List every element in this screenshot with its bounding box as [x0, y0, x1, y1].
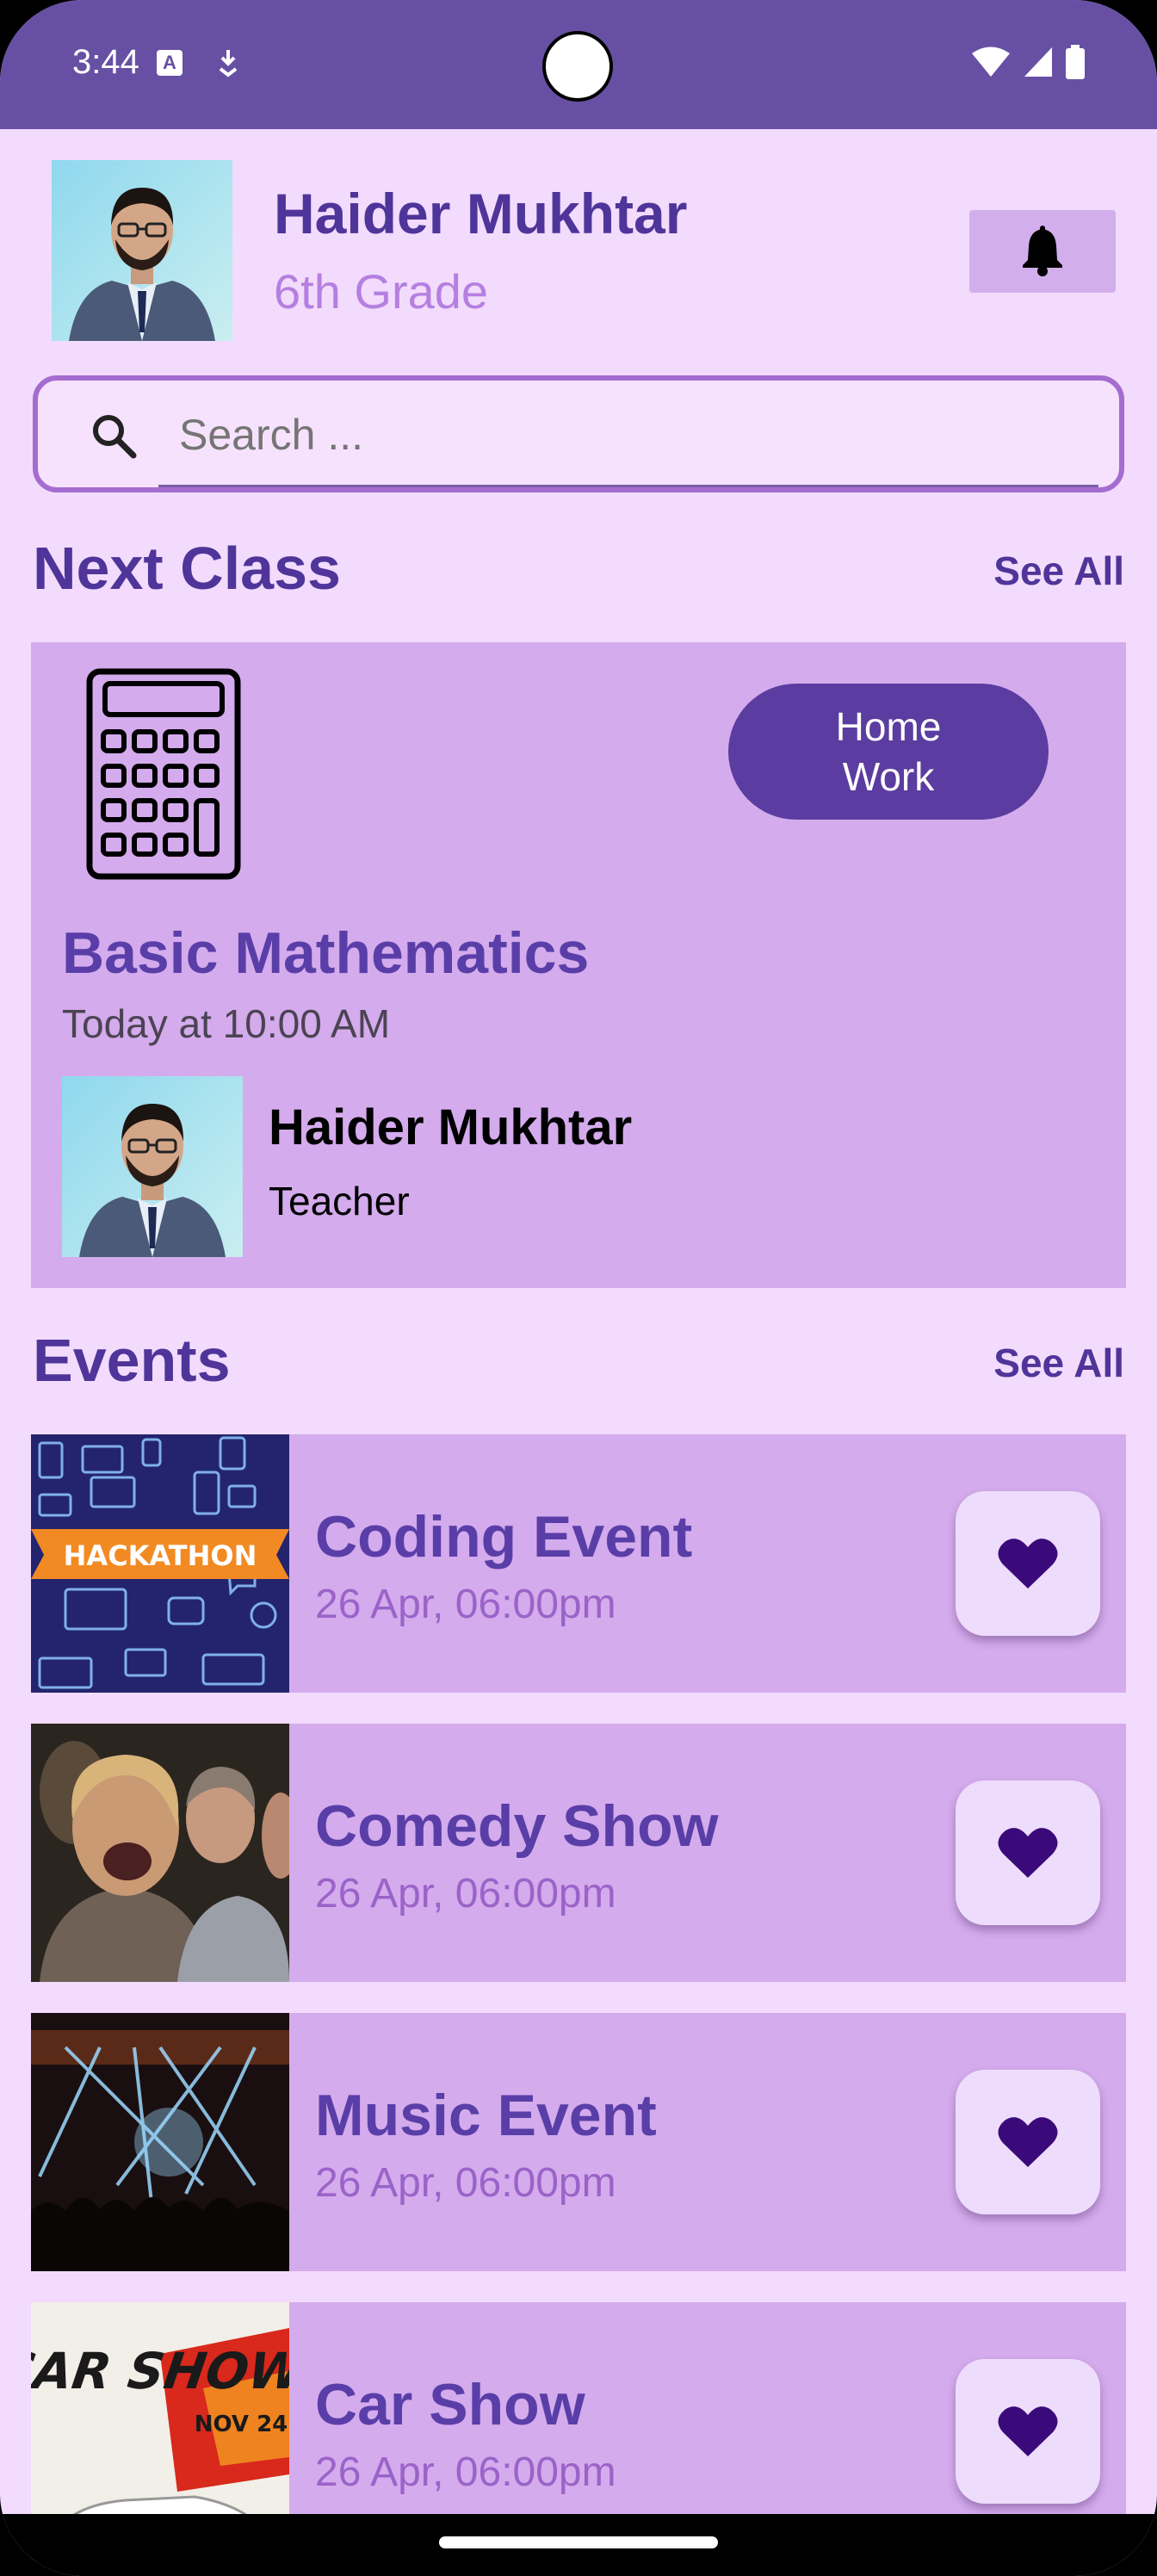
heart-icon — [998, 2117, 1058, 2167]
search-bar[interactable] — [33, 375, 1124, 492]
favorite-button[interactable] — [956, 2359, 1100, 2504]
events-title: Events — [33, 1327, 231, 1394]
event-title: Comedy Show — [315, 1793, 719, 1859]
event-date: 26 Apr, 06:00pm — [315, 2160, 616, 2206]
status-time: 3:44 — [72, 43, 139, 81]
heart-icon — [998, 1828, 1058, 1878]
poster-title: CAR SHOW — [31, 2342, 289, 2400]
event-date: 26 Apr, 06:00pm — [315, 2449, 616, 2495]
event-banner-text: HACKATHON — [64, 1539, 257, 1572]
notifications-button[interactable] — [969, 210, 1116, 293]
event-image — [31, 2013, 289, 2271]
event-date: 26 Apr, 06:00pm — [315, 1582, 616, 1627]
event-card-coding[interactable]: HACKATHON Coding Event 26 Apr, 06:00pm — [31, 1434, 1126, 1693]
app-screen: 3:44 A Haider Mukhtar 6th Grade Search .… — [0, 0, 1157, 2576]
navigation-bar — [0, 2514, 1157, 2576]
avatar[interactable] — [52, 160, 232, 341]
bell-icon — [1023, 226, 1062, 276]
search-icon — [93, 415, 137, 459]
events-see-all-link[interactable]: See All — [993, 1340, 1124, 1386]
event-title: Music Event — [315, 2083, 657, 2148]
event-date: 26 Apr, 06:00pm — [315, 1871, 616, 1917]
homework-button[interactable]: Home Work — [728, 684, 1049, 820]
calculator-icon — [86, 668, 241, 880]
student-name: Haider Mukhtar — [274, 182, 688, 245]
search-input[interactable] — [179, 405, 1074, 465]
class-subject: Basic Mathematics — [62, 920, 590, 986]
signal-icon — [1024, 47, 1052, 77]
heart-icon — [998, 1539, 1058, 1588]
teacher-name: Haider Mukhtar — [269, 1099, 633, 1155]
download-icon — [219, 50, 238, 77]
search-underline — [158, 485, 1098, 487]
wifi-icon — [972, 46, 1010, 77]
status-bar: 3:44 A — [0, 0, 1157, 129]
notification-icon: A — [157, 50, 183, 76]
teacher-role: Teacher — [269, 1179, 410, 1223]
event-image — [31, 1724, 289, 1982]
event-card-comedy[interactable]: Comedy Show 26 Apr, 06:00pm — [31, 1724, 1126, 1982]
favorite-button[interactable] — [956, 2070, 1100, 2214]
status-icons — [971, 45, 1085, 79]
teacher-avatar[interactable] — [62, 1076, 243, 1257]
favorite-button[interactable] — [956, 1491, 1100, 1636]
homework-button-label: Home Work — [835, 704, 942, 799]
next-class-card[interactable]: Home Work Basic Mathematics Today at 10:… — [31, 642, 1126, 1288]
heart-icon — [998, 2406, 1058, 2456]
event-image: HACKATHON — [31, 1434, 289, 1693]
event-title: Car Show — [315, 2372, 585, 2437]
poster-date: NOV 24 — [195, 2412, 288, 2437]
next-class-title: Next Class — [33, 535, 341, 602]
battery-icon — [1066, 45, 1085, 79]
class-time: Today at 10:00 AM — [62, 1001, 391, 1046]
next-class-see-all-link[interactable]: See All — [993, 548, 1124, 594]
camera-cutout — [542, 31, 613, 102]
event-card-music[interactable]: Music Event 26 Apr, 06:00pm — [31, 2013, 1126, 2271]
home-gesture-handle[interactable] — [439, 2536, 718, 2548]
event-title: Coding Event — [315, 1504, 693, 1570]
favorite-button[interactable] — [956, 1780, 1100, 1925]
student-grade: 6th Grade — [274, 264, 489, 319]
